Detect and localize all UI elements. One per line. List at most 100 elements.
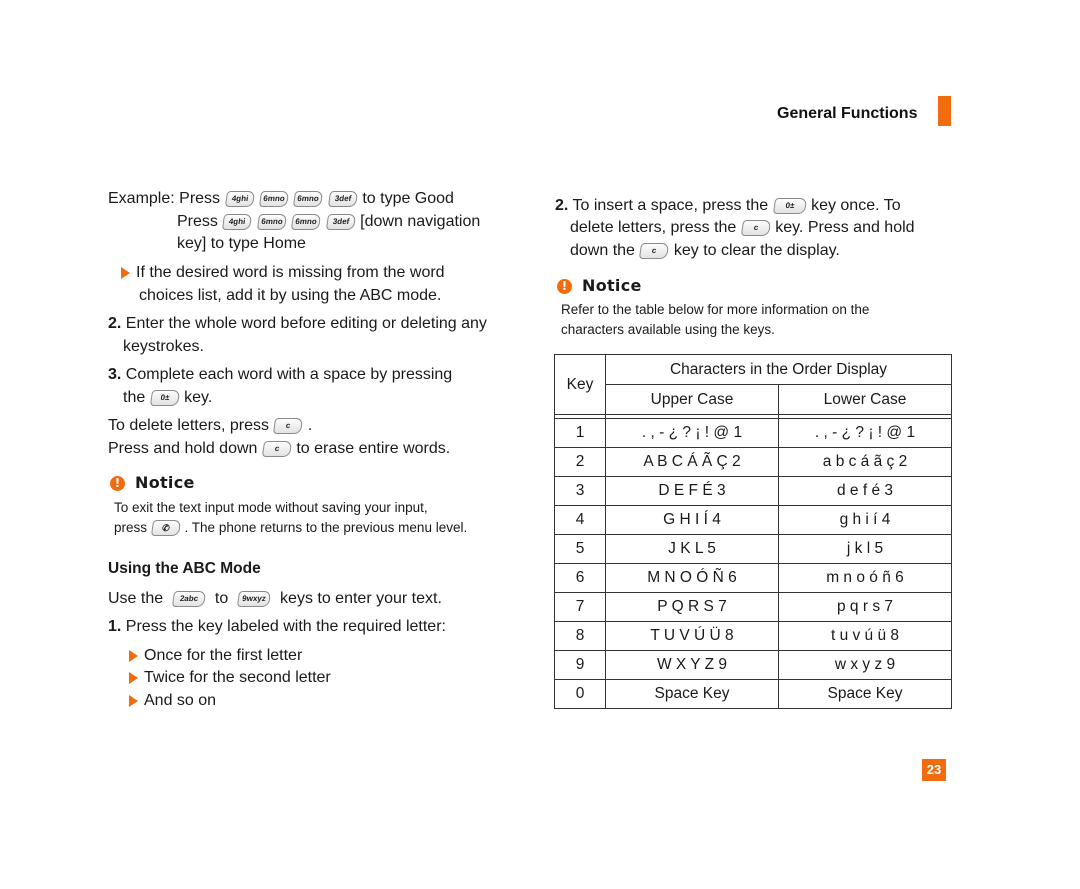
step-text: delete letters, press the <box>570 219 737 236</box>
clear-key-icon: c <box>261 440 293 457</box>
key-6-icon: 6mno <box>291 213 322 230</box>
step-number: 2. <box>108 315 122 332</box>
example-suffix-2: [down navigation <box>360 213 481 230</box>
table-row: 8T U V Ú Ü 8t u v ú ü 8 <box>554 621 952 651</box>
key-3-icon: 3def <box>325 213 356 230</box>
bullet-text: If the desired word is missing from the … <box>136 264 445 281</box>
step-text: key to clear the display. <box>673 242 840 259</box>
table-row: 3D E F É 3d e f é 3 <box>554 476 952 506</box>
lower-case-cell: p q r s 7 <box>778 592 952 622</box>
key-cell: 7 <box>554 592 606 622</box>
notice-left-line1: To exit the text input mode without savi… <box>114 500 428 515</box>
step-3-line2: the 0± key. <box>123 387 212 409</box>
group-column-header: Characters in the Order Display <box>605 354 952 385</box>
step-2-line2: keystrokes. <box>123 338 204 355</box>
notice-text: . The phone returns to the previous menu… <box>184 520 468 535</box>
key-cell: 5 <box>554 534 606 564</box>
key-cell: 6 <box>554 563 606 593</box>
notice-right-heading: ! Notice <box>557 276 642 296</box>
exclamation-icon: ! <box>557 279 572 295</box>
bullet-text: Twice for the second letter <box>144 669 331 686</box>
step-2-line1: 2. Enter the whole word before editing o… <box>108 313 487 335</box>
upper-case-cell: M N O Ó Ñ 6 <box>605 563 779 593</box>
table-row: 7P Q R S 7p q r s 7 <box>554 592 952 622</box>
arrow-bullet-icon <box>129 694 138 707</box>
delete-suffix: . <box>307 417 313 434</box>
clear-key-icon: c <box>639 242 670 259</box>
key-6-icon: 6mno <box>256 213 287 230</box>
right-step-2-line2: delete letters, press the c key. Press a… <box>570 217 915 239</box>
upper-case-cell: . , - ¿ ? ¡ ! @ 1 <box>605 418 779 448</box>
key-6-icon: 6mno <box>293 190 324 207</box>
table-row: 0 Space Key Space Key <box>554 679 952 709</box>
lower-case-cell: g h i í 4 <box>778 505 952 535</box>
abc-bullet-3: And so on <box>129 690 216 712</box>
character-table: Key Characters in the Order Display Uppe… <box>554 354 952 709</box>
lower-case-cell: a b c á ã ç 2 <box>778 447 952 477</box>
notice-title: Notice <box>582 276 642 295</box>
abc-mode-heading: Using the ABC Mode <box>108 560 261 577</box>
bullet-missing-word-line2: choices list, add it by using the ABC mo… <box>139 287 442 304</box>
abc-bullet-1: Once for the first letter <box>129 645 302 667</box>
lower-case-cell: t u v ú ü 8 <box>778 621 952 651</box>
bullet-missing-word: If the desired word is missing from the … <box>121 262 445 284</box>
erase-words-line: Press and hold down c to erase entire wo… <box>108 438 450 460</box>
upper-case-cell: G H I Í 4 <box>605 505 779 535</box>
lower-case-cell: j k l 5 <box>778 534 952 564</box>
key-2-icon: 2abc <box>171 590 207 607</box>
lower-case-cell: w x y z 9 <box>778 650 952 680</box>
step-text: the <box>123 389 146 406</box>
step-text: key. Press and hold <box>775 219 915 236</box>
clear-key-icon: c <box>740 219 771 236</box>
abc-text: keys to enter your text. <box>280 590 442 607</box>
press-text: Press <box>177 213 218 230</box>
step-3-line1: 3. Complete each word with a space by pr… <box>108 364 452 386</box>
example-suffix-1: to type Good <box>362 190 454 207</box>
table-row: 6M N O Ó Ñ 6m n o ó ñ 6 <box>554 563 952 593</box>
step-text: To insert a space, press the <box>572 197 769 214</box>
notice-left-line2: press ✆ . The phone returns to the previ… <box>114 518 467 538</box>
abc-use-line: Use the 2abc to 9wxyz keys to enter your… <box>108 588 442 610</box>
step-text: down the <box>570 242 635 259</box>
step-text: Complete each word with a space by press… <box>125 366 453 383</box>
step-number: 1. <box>108 618 122 635</box>
upper-case-cell: T U V Ú Ü 8 <box>605 621 779 651</box>
table-row: 1. , - ¿ ? ¡ ! @ 1. , - ¿ ? ¡ ! @ 1 <box>554 418 952 448</box>
notice-text: press <box>114 520 148 535</box>
key-column-header: Key <box>554 354 606 415</box>
upper-case-cell: D E F É 3 <box>605 476 779 506</box>
upper-case-cell: Space Key <box>605 679 779 709</box>
step-number: 2. <box>555 197 569 214</box>
bullet-text: And so on <box>144 692 217 709</box>
table-row: 9W X Y Z 9w x y z 9 <box>554 650 952 680</box>
notice-left-heading: ! Notice <box>110 473 195 493</box>
key-9-icon: 9wxyz <box>237 590 272 607</box>
right-step-2-line3: down the c key to clear the display. <box>570 240 840 262</box>
arrow-bullet-icon <box>129 671 138 684</box>
erase-text: Press and hold down <box>108 440 258 457</box>
arrow-bullet-icon <box>121 266 130 279</box>
key-cell: 4 <box>554 505 606 535</box>
key-cell: 0 <box>554 679 606 709</box>
table-row: 2A B C Á Ã Ç 2a b c á ã ç 2 <box>554 447 952 477</box>
upper-case-header: Upper Case <box>605 384 779 415</box>
table-row: 5J K L 5j k l 5 <box>554 534 952 564</box>
notice-right-line2: characters available using the keys. <box>561 322 775 337</box>
table-row: 4G H I Í 4g h i í 4 <box>554 505 952 535</box>
step-text: Press the key labeled with the required … <box>125 618 446 635</box>
delete-text: To delete letters, press <box>108 417 269 434</box>
example-line-2: Press 4ghi 6mno 6mno 3def [down navigati… <box>177 211 480 233</box>
upper-case-cell: W X Y Z 9 <box>605 650 779 680</box>
abc-text: Use the <box>108 590 164 607</box>
step-number: 3. <box>108 366 122 383</box>
upper-case-cell: P Q R S 7 <box>605 592 779 622</box>
abc-text: to <box>214 590 229 607</box>
key-cell: 9 <box>554 650 606 680</box>
example-line-3: key] to type Home <box>177 235 306 252</box>
table-subheader-row: Upper Case Lower Case <box>555 384 952 415</box>
press-text: Press <box>179 190 221 207</box>
lower-case-cell: m n o ó ñ 6 <box>778 563 952 593</box>
key-0-icon: 0± <box>772 197 807 214</box>
notice-right-line1: Refer to the table below for more inform… <box>561 302 870 317</box>
lower-case-cell: d e f é 3 <box>778 476 952 506</box>
